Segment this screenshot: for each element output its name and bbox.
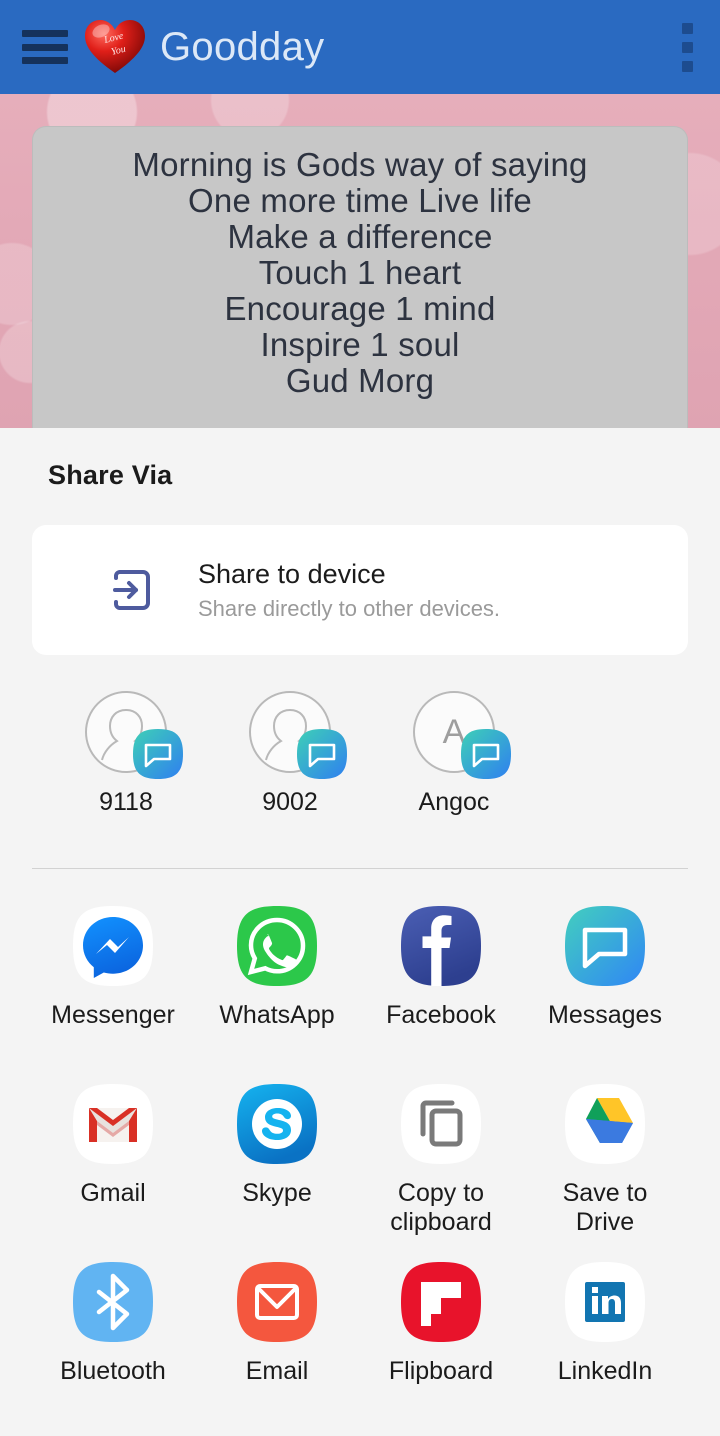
contact-item[interactable]: 9002 (208, 690, 372, 817)
share-target-messenger[interactable]: Messenger (31, 902, 195, 1080)
app-label: Save to Drive (562, 1179, 648, 1236)
quote-line: Inspire 1 soul (260, 326, 460, 363)
overflow-dot (681, 22, 693, 34)
page-title: Goodday (160, 25, 325, 69)
flipboard-icon (397, 1258, 485, 1346)
app-label: Facebook (386, 1001, 496, 1029)
linkedin-icon (561, 1258, 649, 1346)
overflow-dot (681, 60, 693, 72)
app-label: LinkedIn (557, 1357, 653, 1385)
share-target-email[interactable]: Email (195, 1258, 359, 1436)
share-to-device-icon (102, 562, 158, 618)
contact-label: 9002 (262, 788, 318, 816)
app-label: WhatsApp (219, 1001, 335, 1029)
share-target-gmail[interactable]: Gmail (31, 1080, 195, 1258)
messages-icon (561, 902, 649, 990)
messages-badge-icon (460, 728, 512, 780)
copy-to-clipboard-icon (397, 1080, 485, 1168)
app-bar: Love You Goodday (0, 0, 720, 94)
hamburger-bar (22, 30, 68, 37)
skype-icon (233, 1080, 321, 1168)
messenger-icon (69, 902, 157, 990)
quote-line: Encourage 1 mind (224, 290, 496, 327)
share-target-messages[interactable]: Messages (523, 902, 687, 1080)
messages-badge-icon (132, 728, 184, 780)
app-label: Email (245, 1357, 309, 1385)
app-label: Copy to clipboard (390, 1179, 492, 1236)
hamburger-bar (22, 57, 68, 64)
share-target-flipboard[interactable]: Flipboard (359, 1258, 523, 1436)
share-to-device-title: Share to device (198, 558, 386, 589)
quote-line: One more time Live life (188, 182, 532, 219)
bluetooth-icon (69, 1258, 157, 1346)
app-label: Gmail (80, 1179, 146, 1207)
gmail-icon (69, 1080, 157, 1168)
overflow-menu-icon[interactable] (676, 16, 698, 78)
contact-item[interactable]: A Angoc (372, 690, 536, 817)
direct-share-contacts: 9118 9002 A Angoc (0, 690, 720, 817)
facebook-icon (397, 902, 485, 990)
hamburger-menu-icon[interactable] (22, 30, 68, 64)
share-target-whatsapp[interactable]: WhatsApp (195, 902, 359, 1080)
quote-line: Morning is Gods way of saying (132, 146, 588, 183)
quote-card: Morning is Gods way of saying One more t… (32, 126, 688, 432)
share-target-bluetooth[interactable]: Bluetooth (31, 1258, 195, 1436)
app-label: Flipboard (388, 1357, 494, 1385)
share-target-facebook[interactable]: Facebook (359, 902, 523, 1080)
quote-line: Touch 1 heart (258, 254, 462, 291)
share-app-grid: Messenger WhatsApp Facebook Messages Gma… (0, 902, 720, 1436)
email-icon (233, 1258, 321, 1346)
share-via-heading: Share Via (48, 460, 173, 490)
share-to-device-subtitle: Share directly to other devices. (198, 595, 501, 621)
contact-label: 9118 (99, 788, 153, 816)
app-label: Skype (242, 1179, 312, 1207)
share-target-linkedin[interactable]: LinkedIn (523, 1258, 687, 1436)
share-target-skype[interactable]: Skype (195, 1080, 359, 1258)
google-drive-icon (561, 1080, 649, 1168)
share-to-device-card[interactable]: Share to device Share directly to other … (32, 525, 688, 655)
heart-logo-icon: Love You (82, 16, 148, 78)
hamburger-bar (22, 43, 68, 51)
messages-badge-icon (296, 728, 348, 780)
quote-line: Gud Morg (285, 362, 435, 399)
app-label: Bluetooth (60, 1357, 166, 1385)
whatsapp-icon (233, 902, 321, 990)
contact-label: Angoc (418, 788, 490, 816)
share-target-copy-to-clipboard[interactable]: Copy to clipboard (359, 1080, 523, 1258)
app-label: Messages (548, 1001, 662, 1029)
contact-item[interactable]: 9118 (44, 690, 208, 817)
share-target-save-to-drive[interactable]: Save to Drive (523, 1080, 687, 1258)
app-label: Messenger (51, 1001, 175, 1029)
overflow-dot (681, 41, 693, 53)
section-divider (32, 868, 688, 869)
share-sheet: Share Via Share to device Share directly… (0, 428, 720, 1430)
quote-line: Make a difference (227, 218, 493, 255)
